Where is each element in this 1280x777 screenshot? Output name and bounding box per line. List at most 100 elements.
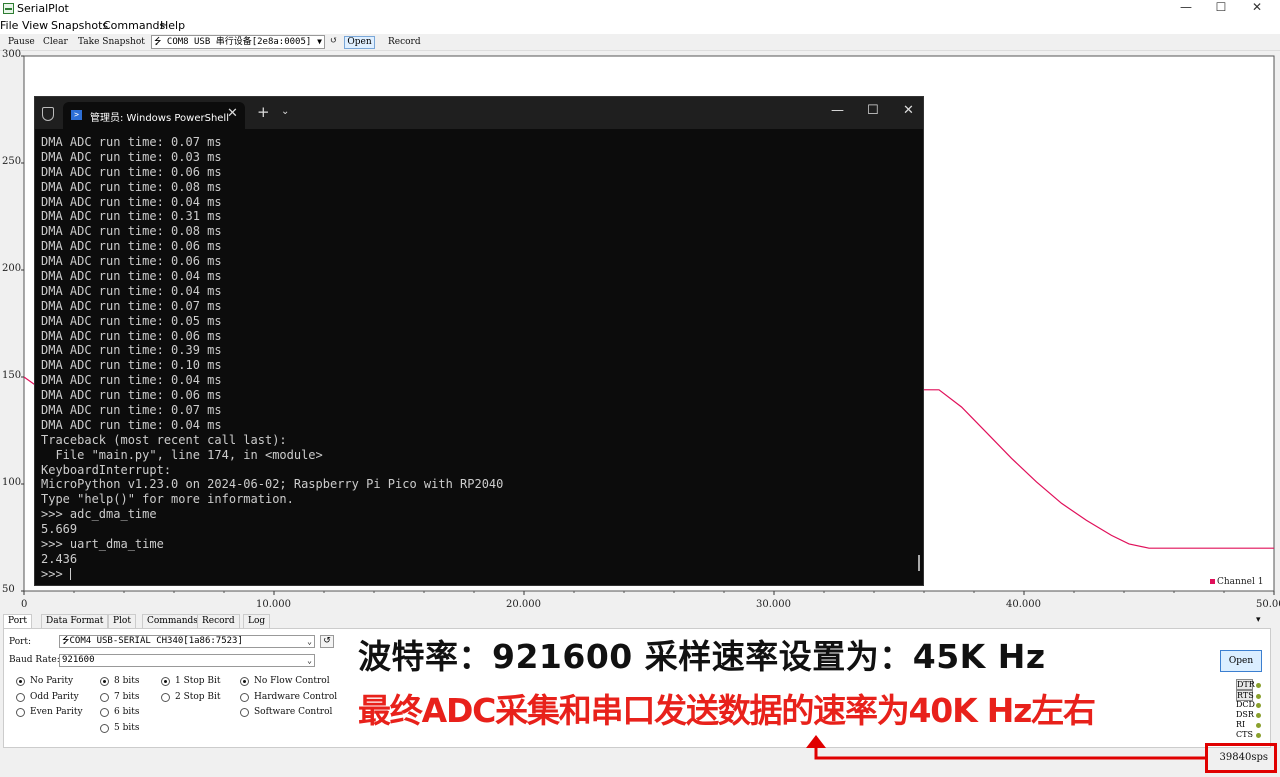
- menu-help[interactable]: Help: [160, 19, 185, 32]
- toolbar: Pause Clear Take Snapshot ⭍ COM8 USB 串行设…: [0, 34, 1280, 51]
- terminal-line: >>> adc_dma_time: [41, 507, 157, 522]
- tab-record[interactable]: Record: [197, 614, 240, 628]
- even-parity-radio[interactable]: [16, 708, 25, 717]
- no-parity-radio[interactable]: [16, 677, 25, 686]
- terminal-line: DMA ADC run time: 0.39 ms: [41, 343, 222, 358]
- pause-button[interactable]: Pause: [8, 37, 35, 47]
- app-icon: [3, 3, 14, 14]
- port-refresh-button[interactable]: ↺: [320, 635, 334, 648]
- ri-signal: RI: [1236, 720, 1261, 729]
- baud-rate-input[interactable]: 921600 ⌄: [59, 654, 315, 667]
- 8-bits-label: 8 bits: [114, 676, 140, 686]
- powershell-tab[interactable]: > 管理员: Windows PowerShell ✕: [63, 102, 245, 129]
- terminal-output[interactable]: DMA ADC run time: 0.07 ms DMA ADC run tim…: [41, 135, 911, 585]
- baud-rate-value: 921600: [62, 655, 95, 665]
- powershell-title: 管理员: Windows PowerShell: [90, 113, 229, 124]
- terminal-line: DMA ADC run time: 0.04 ms: [41, 194, 222, 209]
- close-tab-icon[interactable]: ✕: [227, 106, 238, 121]
- 1-stop-bit-radio[interactable]: [161, 677, 170, 686]
- terminal-line: Traceback (most recent call last):: [41, 432, 287, 447]
- 7-bits-label: 7 bits: [114, 692, 140, 702]
- hardware-control-label: Hardware Control: [254, 692, 338, 702]
- terminal-line: DMA ADC run time: 0.10 ms: [41, 358, 222, 373]
- x-tick-label: 10.000: [256, 599, 291, 610]
- menu-file[interactable]: File: [0, 19, 18, 32]
- maximize-button[interactable]: ☐: [1204, 0, 1238, 16]
- tab-dropdown-button[interactable]: ⌄: [281, 106, 289, 117]
- prompt-text: >>>: [41, 566, 70, 581]
- ps-minimize-button[interactable]: —: [831, 103, 844, 118]
- 8-bits-radio[interactable]: [100, 677, 109, 686]
- powershell-title-bar: > 管理员: Windows PowerShell ✕ + ⌄ — ☐ ✕: [35, 97, 923, 129]
- toolbar-port-value: COM8 USB 串行设备[2e8a:0005]: [166, 37, 312, 47]
- software-control-radio[interactable]: [240, 708, 249, 717]
- no-flow-control-radio[interactable]: [240, 677, 249, 686]
- minimize-button[interactable]: —: [1169, 0, 1203, 16]
- terminal-line: DMA ADC run time: 0.08 ms: [41, 179, 222, 194]
- powershell-window[interactable]: > 管理员: Windows PowerShell ✕ + ⌄ — ☐ ✕ DM…: [34, 96, 924, 586]
- port-select[interactable]: ⭍COM4 USB-SERIAL CH340[1a86:7523] ⌄: [59, 635, 315, 648]
- terminal-line: DMA ADC run time: 0.04 ms: [41, 269, 222, 284]
- terminal-line: DMA ADC run time: 0.07 ms: [41, 135, 222, 149]
- status-bar: [0, 749, 1280, 777]
- record-button[interactable]: Record: [388, 37, 421, 47]
- close-button[interactable]: ✕: [1240, 0, 1274, 16]
- 6-bits-radio[interactable]: [100, 708, 109, 717]
- baud-rate-label: Baud Rate:: [9, 655, 60, 665]
- port-label: Port:: [9, 637, 32, 647]
- dsr-signal: DSR: [1236, 710, 1261, 719]
- menu-commands[interactable]: Commands: [103, 19, 165, 32]
- menu-snapshots[interactable]: Snapshots: [51, 19, 108, 32]
- ps-maximize-button[interactable]: ☐: [867, 103, 879, 118]
- even-parity-label: Even Parity: [30, 707, 83, 717]
- terminal-scrollbar[interactable]: [918, 555, 920, 571]
- y-tick-label: 100: [2, 477, 22, 488]
- usb-icon: ⭍: [62, 636, 70, 646]
- terminal-line: DMA ADC run time: 0.07 ms: [41, 298, 222, 313]
- odd-parity-radio[interactable]: [16, 693, 25, 702]
- toolbar-port-select[interactable]: ⭍ COM8 USB 串行设备[2e8a:0005] ▼: [151, 35, 325, 49]
- terminal-line: DMA ADC run time: 0.04 ms: [41, 417, 222, 432]
- annotation-baud-rate: 波特率：921600 采样速率设置为：45K Hz: [358, 637, 1046, 676]
- new-tab-button[interactable]: +: [257, 103, 270, 121]
- tab-commands[interactable]: Commands: [142, 614, 203, 628]
- rts-signal: RTS: [1236, 690, 1261, 701]
- tab-port[interactable]: Port: [3, 614, 33, 628]
- x-tick-label: 0: [21, 599, 28, 610]
- tabs-menu-icon[interactable]: ▾: [1256, 615, 1261, 625]
- toolbar-open-button[interactable]: Open: [344, 36, 375, 49]
- 7-bits-radio[interactable]: [100, 693, 109, 702]
- legend-label: Channel 1: [1217, 577, 1264, 587]
- legend-swatch: [1210, 579, 1215, 584]
- menu-view[interactable]: View: [22, 19, 48, 32]
- plot-area[interactable]: 300 250 200 150 100 50 0 10.000 20.000 30.000 40.0…: [0, 49, 1280, 613]
- refresh-ports-button[interactable]: ↺: [330, 36, 338, 46]
- text-cursor: [69, 568, 71, 581]
- shield-icon: [42, 107, 54, 121]
- serialplot-window: SerialPlot — ☐ ✕ File View Snapshots Com…: [0, 0, 1280, 777]
- terminal-prompt: >>>: [41, 567, 911, 582]
- tab-log[interactable]: Log: [243, 614, 271, 628]
- terminal-line: File "main.py", line 174, in <module>: [41, 447, 323, 462]
- 5-bits-radio[interactable]: [100, 724, 109, 733]
- port-open-button[interactable]: Open: [1220, 650, 1262, 672]
- tab-plot[interactable]: Plot: [108, 614, 136, 628]
- 1-stop-bit-label: 1 Stop Bit: [175, 676, 221, 686]
- terminal-line: DMA ADC run time: 0.06 ms: [41, 239, 222, 254]
- plot-legend: Channel 1: [1210, 577, 1263, 587]
- take-snapshot-button[interactable]: Take Snapshot: [78, 37, 145, 47]
- clear-button[interactable]: Clear: [43, 37, 68, 47]
- y-tick-label: 200: [2, 263, 22, 274]
- 2-stop-bit-radio[interactable]: [161, 693, 170, 702]
- terminal-line: KeyboardInterrupt:: [41, 462, 172, 477]
- x-tick-label: 50.000: [1256, 599, 1280, 610]
- terminal-line: DMA ADC run time: 0.04 ms: [41, 373, 222, 388]
- y-tick-label: 50: [2, 584, 15, 595]
- menu-bar: File View Snapshots Commands Help: [0, 18, 1280, 34]
- ps-close-button[interactable]: ✕: [903, 103, 914, 118]
- x-tick-label: 30.000: [756, 599, 791, 610]
- tab-data-format[interactable]: Data Format: [41, 614, 109, 628]
- hardware-control-radio[interactable]: [240, 693, 249, 702]
- chevron-down-icon: ▼: [317, 37, 322, 46]
- terminal-line: DMA ADC run time: 0.05 ms: [41, 313, 222, 328]
